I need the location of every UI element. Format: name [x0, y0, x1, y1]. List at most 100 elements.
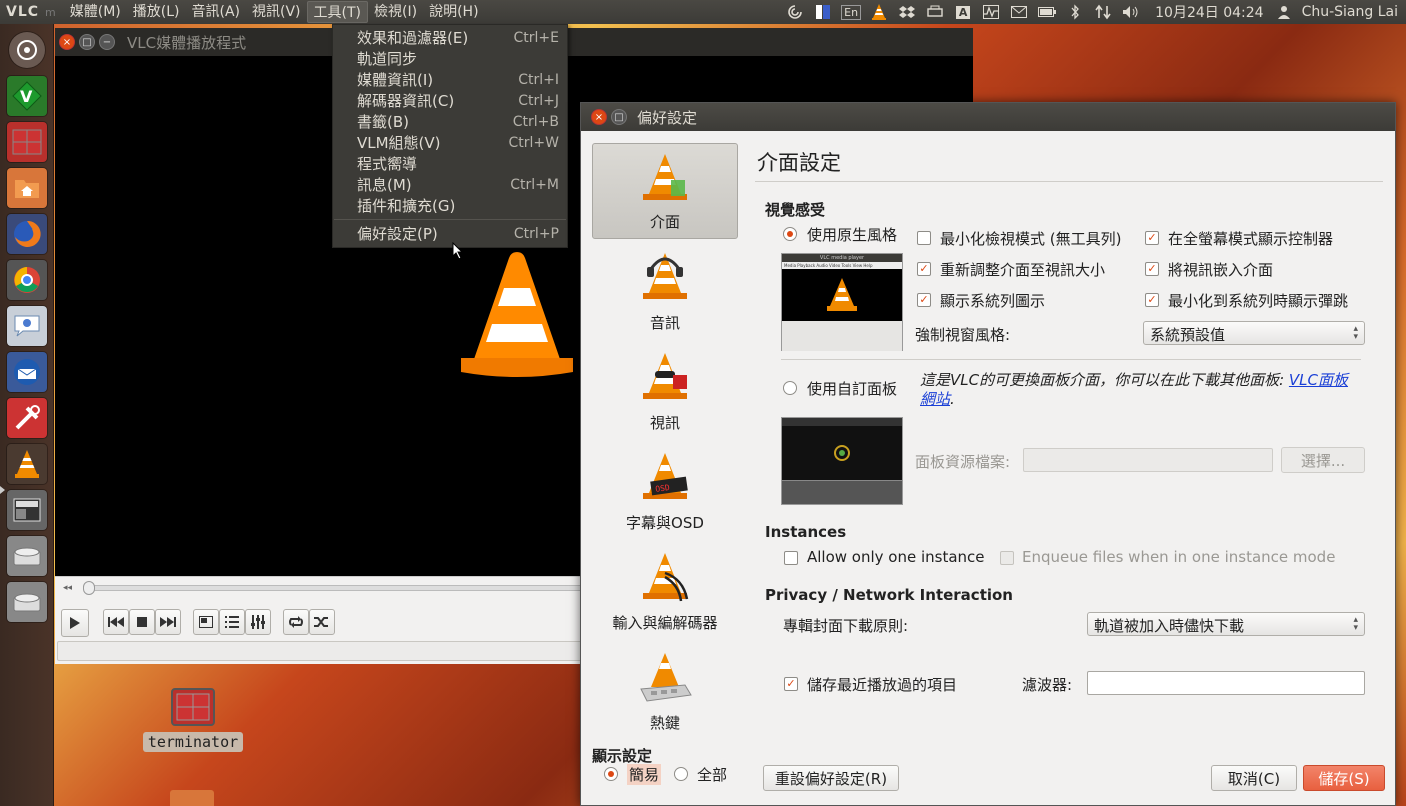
play-button[interactable] — [61, 609, 89, 637]
category-audio[interactable]: 音訊 — [592, 243, 738, 339]
desktop-terminator[interactable]: terminator — [140, 688, 246, 760]
menu-item-vlm[interactable]: VLM組態(V) Ctrl+W — [333, 132, 567, 153]
systray-icon-label[interactable]: 顯示系統列圖示 — [940, 290, 1045, 311]
fullscreen-controller-checkbox[interactable]: ✓ — [1145, 231, 1159, 245]
dropbox-icon[interactable] — [896, 3, 918, 21]
terminator-icon[interactable] — [7, 122, 47, 162]
system-monitor-icon[interactable] — [980, 3, 1002, 21]
stop-button[interactable] — [129, 609, 155, 635]
menu-audio[interactable]: 音訊(A) — [186, 1, 247, 23]
save-button[interactable]: 儲存(S) — [1303, 765, 1385, 791]
clock[interactable]: 10月24日 04:24 — [1155, 2, 1263, 22]
printer-icon[interactable] — [924, 3, 946, 21]
art-policy-combo[interactable]: 軌道被加入時儘快下載 ▴ ▾ — [1087, 612, 1365, 636]
chrome-icon[interactable] — [7, 260, 47, 300]
loop-button[interactable] — [283, 609, 309, 635]
keyboard-layout-icon[interactable]: En — [840, 3, 862, 21]
thunderbird-icon[interactable] — [7, 352, 47, 392]
menu-item-wizard[interactable]: 程式嚮導 — [333, 153, 567, 174]
volume-icon[interactable] — [1120, 3, 1142, 21]
menu-item-media-info[interactable]: 媒體資訊(I) Ctrl+I — [333, 69, 567, 90]
native-style-radio[interactable] — [783, 227, 797, 241]
seek-handle[interactable] — [83, 581, 95, 595]
menu-item-effects[interactable]: 效果和過濾器(E) Ctrl+E — [333, 27, 567, 48]
input-method-icon[interactable] — [812, 3, 834, 21]
accessibility-icon[interactable]: A — [952, 3, 974, 21]
reset-preferences-button[interactable]: 重設偏好設定(R) — [763, 765, 899, 791]
embed-video-label[interactable]: 將視訊嵌入介面 — [1168, 259, 1273, 280]
category-input-codecs[interactable]: 輸入與編解碼器 — [592, 543, 738, 639]
battery-icon[interactable] — [1036, 3, 1058, 21]
bluetooth-icon[interactable] — [1064, 3, 1086, 21]
skin-file-input[interactable] — [1023, 448, 1273, 472]
native-style-label[interactable]: 使用原生風格 — [807, 224, 897, 245]
menu-playback[interactable]: 播放(L) — [127, 1, 186, 23]
one-instance-label[interactable]: Allow only one instance — [807, 548, 985, 566]
category-subtitles[interactable]: OSD 字幕與OSD — [592, 443, 738, 539]
enqueue-checkbox[interactable] — [1000, 551, 1014, 565]
terminator-desktop-icon[interactable] — [171, 688, 215, 726]
vlc-tray-icon[interactable] — [868, 3, 890, 21]
custom-skin-label[interactable]: 使用自訂面板 — [807, 378, 897, 399]
menu-item-plugins[interactable]: 插件和擴充(G) — [333, 195, 567, 216]
user-name[interactable]: Chu-Siang Lai — [1302, 4, 1398, 20]
desktop-folder-icon[interactable] — [170, 790, 214, 806]
drive-icon[interactable] — [7, 536, 47, 576]
minimal-view-label[interactable]: 最小化檢視模式 (無工具列) — [940, 228, 1121, 249]
menu-view[interactable]: 檢視(I) — [368, 1, 423, 23]
menu-item-messages[interactable]: 訊息(M) Ctrl+M — [333, 174, 567, 195]
close-icon[interactable]: × — [591, 109, 607, 125]
playlist-button[interactable] — [219, 609, 245, 635]
software-center-icon[interactable] — [7, 398, 47, 438]
spiral-icon[interactable] — [784, 3, 806, 21]
enqueue-label[interactable]: Enqueue files when in one instance mode — [1022, 548, 1335, 566]
filter-input[interactable] — [1087, 671, 1365, 695]
home-folder-icon[interactable] — [7, 168, 47, 208]
extended-settings-button[interactable] — [245, 609, 271, 635]
vim-icon[interactable]: V — [7, 76, 47, 116]
menu-media[interactable]: 媒體(M) — [64, 1, 127, 23]
category-hotkeys[interactable]: 熱鍵 — [592, 643, 738, 739]
systray-icon-checkbox[interactable]: ✓ — [917, 293, 931, 307]
menu-help[interactable]: 說明(H) — [423, 1, 484, 23]
resize-interface-label[interactable]: 重新調整介面至視訊大小 — [940, 259, 1105, 280]
menu-item-codec-info[interactable]: 解碼器資訊(C) Ctrl+J — [333, 90, 567, 111]
systray-popup-label[interactable]: 最小化到系統列時顯示彈跳 — [1168, 290, 1348, 311]
choose-skin-button[interactable]: 選擇... — [1281, 447, 1365, 473]
simple-label[interactable]: 簡易 — [627, 764, 662, 785]
shuffle-button[interactable] — [309, 609, 335, 635]
vlc-launcher-icon[interactable] — [7, 444, 47, 484]
mail-icon[interactable] — [1008, 3, 1030, 21]
next-button[interactable] — [155, 609, 181, 635]
close-icon[interactable]: × — [59, 34, 75, 50]
empathy-chat-icon[interactable] — [7, 306, 47, 346]
cancel-button[interactable]: 取消(C) — [1211, 765, 1297, 791]
rewind-icon[interactable]: ◂◂ — [63, 583, 72, 593]
minimal-view-checkbox[interactable] — [917, 231, 931, 245]
menu-video[interactable]: 視訊(V) — [246, 1, 307, 23]
resize-interface-checkbox[interactable]: ✓ — [917, 262, 931, 276]
user-icon[interactable] — [1273, 3, 1295, 21]
menu-item-preferences[interactable]: 偏好設定(P) Ctrl+P — [333, 223, 567, 244]
minimize-icon[interactable]: − — [99, 34, 115, 50]
category-interface[interactable]: 介面 — [592, 143, 738, 239]
all-label[interactable]: 全部 — [697, 764, 727, 785]
network-icon[interactable] — [1092, 3, 1114, 21]
all-radio[interactable] — [674, 767, 688, 781]
simple-radio[interactable] — [604, 767, 618, 781]
firefox-icon[interactable] — [7, 214, 47, 254]
save-recent-label[interactable]: 儲存最近播放過的項目 — [807, 674, 957, 695]
drive-icon-2[interactable] — [7, 582, 47, 622]
previous-button[interactable] — [103, 609, 129, 635]
force-style-combo[interactable]: 系統預設值 ▴ ▾ — [1143, 321, 1365, 345]
category-video[interactable]: 視訊 — [592, 343, 738, 439]
custom-skin-radio[interactable] — [783, 381, 797, 395]
one-instance-checkbox[interactable] — [784, 551, 798, 565]
save-recent-checkbox[interactable]: ✓ — [784, 677, 798, 691]
fullscreen-controller-label[interactable]: 在全螢幕模式顯示控制器 — [1168, 228, 1333, 249]
menu-item-track-sync[interactable]: 軌道同步 — [333, 48, 567, 69]
menu-tools[interactable]: 工具(T) — [306, 1, 369, 23]
menu-item-bookmarks[interactable]: 書籤(B) Ctrl+B — [333, 111, 567, 132]
workspace-switcher-icon[interactable] — [7, 490, 47, 530]
maximize-icon[interactable]: □ — [611, 109, 627, 125]
